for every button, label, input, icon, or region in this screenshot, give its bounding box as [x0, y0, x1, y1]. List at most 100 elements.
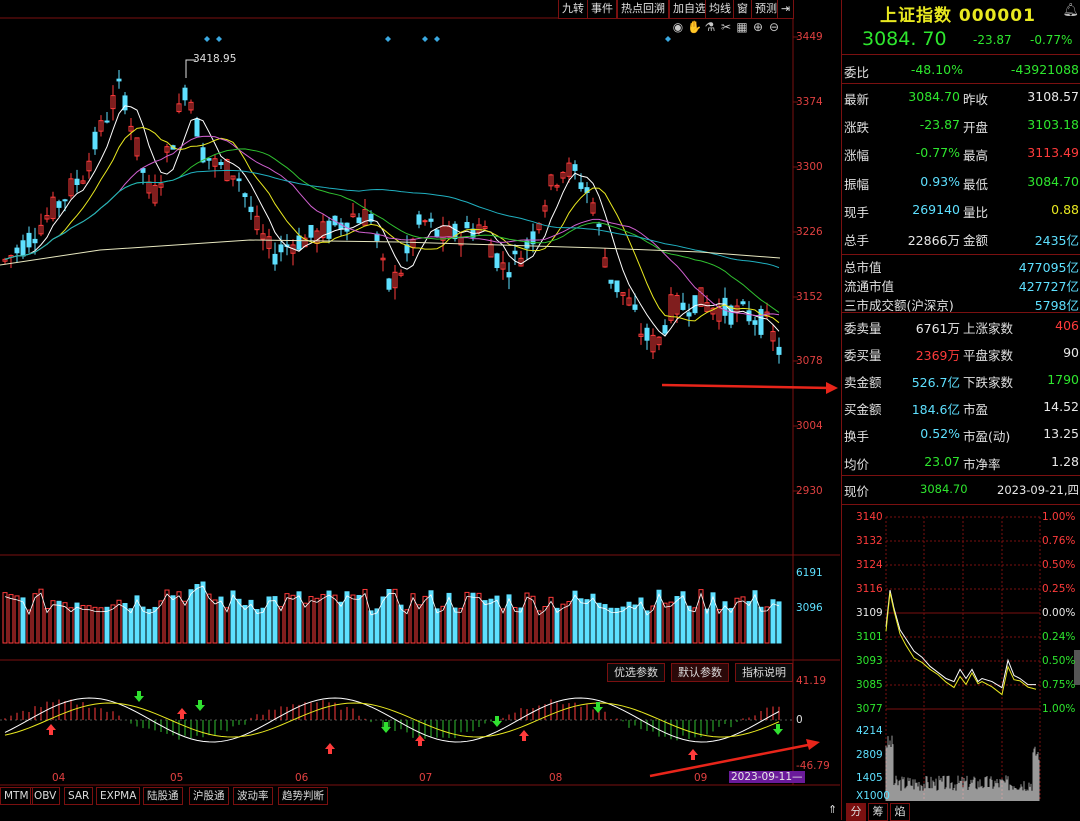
candle-body — [578, 182, 584, 189]
kline-chart[interactable] — [0, 0, 840, 820]
indicator-tab[interactable]: MTM — [0, 787, 33, 805]
candle-body — [272, 253, 278, 265]
volume-bar — [8, 594, 14, 644]
ma20-line — [4, 135, 780, 316]
candle-body — [236, 178, 242, 182]
grid-icon[interactable]: ▦ — [735, 20, 749, 34]
indicator-tab[interactable]: 波动率 — [233, 787, 273, 805]
toolbar-button-5[interactable]: 窗 — [733, 0, 752, 19]
chart-tool-icon[interactable]: ⚗ — [703, 20, 717, 34]
eye-icon[interactable]: ◉ — [671, 20, 685, 34]
price-change: -23.87 — [973, 33, 1012, 47]
indicator-help-button[interactable]: 指标说明 — [735, 663, 793, 682]
quote-label: 昨收 — [963, 92, 989, 107]
indicator-tab[interactable]: OBV — [30, 787, 61, 805]
panel-tab[interactable]: 焰 — [890, 803, 910, 821]
volume-bar — [308, 596, 314, 644]
toolbar-button-0[interactable]: 九转 — [558, 0, 588, 19]
volume-bars — [2, 581, 782, 644]
intraday-pct-label: 0.00% — [1042, 607, 1076, 619]
event-marker-icon — [434, 36, 440, 42]
intraday-price-line — [885, 590, 1036, 689]
quote-value: 2369万 — [915, 348, 960, 364]
candle-body — [182, 87, 188, 101]
quote-value: 3084.70 — [908, 89, 960, 104]
volume-bar — [470, 592, 476, 644]
volume-bar — [416, 604, 422, 644]
volume-axis-mid: 3096 — [796, 602, 823, 614]
candle-body — [464, 222, 470, 229]
indicator-tab[interactable]: 沪股通 — [189, 787, 229, 805]
volume-bar — [764, 606, 770, 644]
quote-row: 振幅 0.93% 最低 3084.70 — [842, 169, 1080, 196]
candle-body — [728, 305, 734, 325]
candle-body — [740, 301, 746, 305]
price-axis-label: 3078 — [796, 355, 823, 367]
buy-signal-icon — [46, 724, 56, 735]
indicator-tab[interactable]: SAR — [64, 787, 94, 805]
buy-signal-icon — [177, 708, 187, 719]
volume-bar — [44, 607, 50, 644]
candle-body — [278, 244, 284, 253]
quote-value: 3103.18 — [1027, 117, 1079, 133]
candle-body — [614, 280, 620, 293]
quote-label: 最低 — [963, 176, 989, 192]
macd-axis-zero: 0 — [796, 714, 803, 726]
candle-body — [644, 327, 650, 341]
candle-body — [776, 346, 782, 355]
panel-tab[interactable]: 筹 — [868, 803, 888, 821]
volume-bar — [86, 605, 92, 644]
index-title: 上证指数 000001 — [880, 1, 1036, 26]
annotation-arrow-head — [806, 739, 820, 750]
quote-value: 0.52% — [920, 426, 960, 442]
quote-row: 委买量 2369万 平盘家数 90 — [842, 340, 1080, 367]
toolbar-button-4[interactable]: 均线 — [705, 0, 735, 19]
zoom-out-icon[interactable]: ⊖ — [767, 20, 781, 34]
volume-bar — [56, 600, 62, 644]
quote-value: -23.87 — [919, 117, 960, 133]
toolbar-button-3[interactable]: 加自选 — [669, 0, 710, 19]
candle-body — [632, 304, 638, 310]
intraday-price-label: 3140 — [856, 511, 883, 523]
bell-icon[interactable]: 🔔︎ — [1062, 3, 1079, 18]
volume-bar — [170, 595, 176, 644]
indicator-tab[interactable]: 趋势判断 — [278, 787, 328, 805]
zoom-in-icon[interactable]: ⊕ — [751, 20, 765, 34]
volume-bar — [158, 600, 164, 644]
candle-body — [686, 312, 692, 317]
ma5-line — [4, 105, 780, 337]
volume-bar — [254, 609, 260, 644]
panel-tab[interactable]: 分 — [846, 803, 866, 821]
intraday-pct-label: 1.00% — [1042, 703, 1076, 715]
volume-bar — [26, 609, 32, 644]
event-marker-icon — [385, 36, 391, 42]
quote-value: 13.25 — [1043, 426, 1079, 442]
collapse-panel-button[interactable]: ⇥ — [777, 0, 795, 19]
volume-bar — [200, 581, 206, 644]
market-cap-row: 三市成交额(沪深京) 5798亿 — [842, 293, 1080, 313]
volume-bar — [512, 606, 518, 644]
hand-icon[interactable]: ✋ — [687, 20, 702, 34]
month-label: 07 — [419, 772, 433, 784]
indicator-tab[interactable]: EXPMA — [96, 787, 141, 805]
month-label: 09 — [694, 772, 708, 784]
candle-body — [32, 238, 38, 244]
default-params-button[interactable]: 默认参数 — [671, 663, 729, 682]
sell-signal-icon — [492, 716, 502, 727]
intraday-pct-label: 0.75% — [1042, 679, 1076, 691]
optimal-params-button[interactable]: 优选参数 — [607, 663, 665, 682]
volume-bar — [578, 598, 584, 644]
indicator-tab[interactable]: 陆股通 — [143, 787, 183, 805]
volume-bar — [566, 601, 572, 644]
toolbar-button-2[interactable]: 热点回溯 — [617, 0, 669, 19]
candle-body — [512, 250, 518, 255]
expand-up-icon[interactable]: ⇑ — [828, 803, 840, 819]
volume-bar — [728, 607, 734, 644]
toolbar-button-1[interactable]: 事件 — [587, 0, 617, 19]
sell-signal-icon — [773, 724, 783, 735]
kline-chart-area[interactable]: 九转 事件 热点回溯 加自选 均线窗预测 ⇥ ◉ ✋ ⚗ ✂ ▦ ⊕ ⊖ 3449 3374 3300 322… — [0, 0, 840, 820]
volume-bar — [350, 594, 356, 644]
scissors-icon[interactable]: ✂ — [719, 20, 733, 34]
intraday-volume-label: X1000 — [856, 790, 890, 802]
cursor-date-label: 2023-09-11— — [729, 771, 805, 783]
